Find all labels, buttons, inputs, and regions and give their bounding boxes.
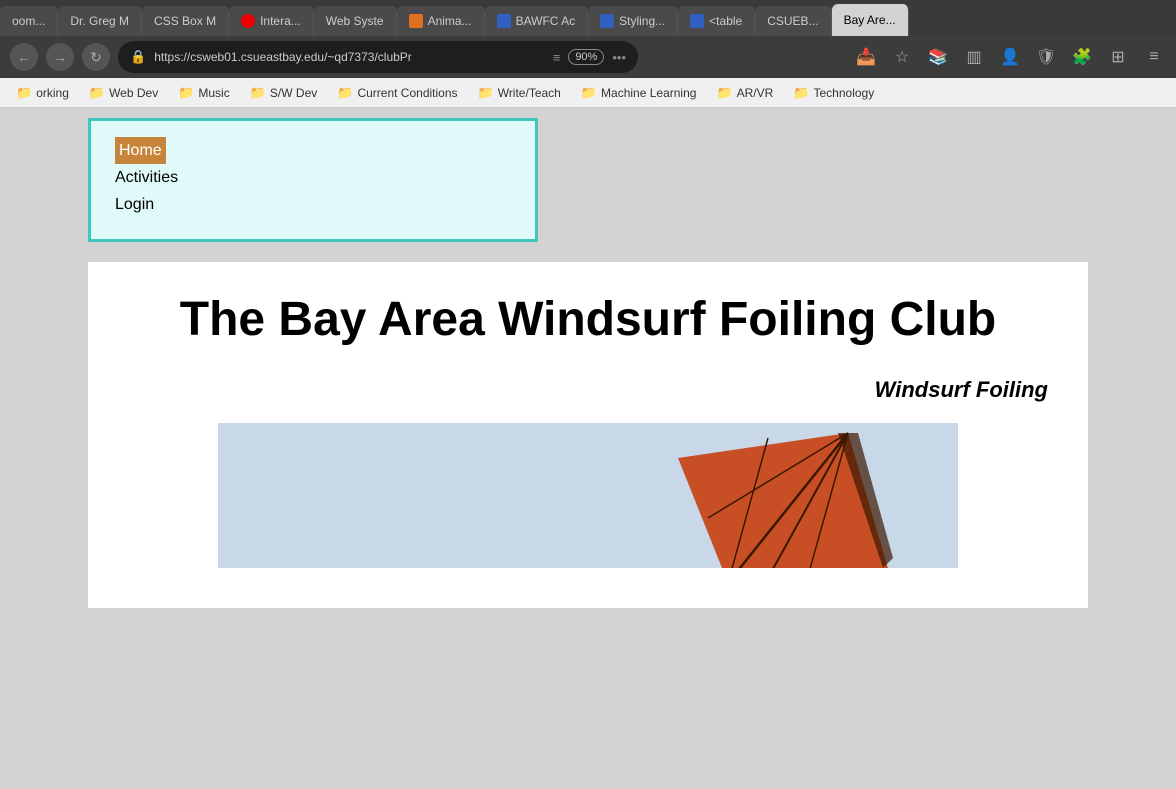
tab-favicon [497, 14, 511, 28]
tab-7[interactable]: BAWFC Ac [485, 6, 589, 36]
bookmark-label: Machine Learning [601, 86, 696, 100]
nav-home-link[interactable]: Home [115, 137, 166, 164]
browser-chrome: oom... Dr. Greg M CSS Box M Intera... We… [0, 0, 1176, 108]
menu-icon[interactable]: ≡ [1142, 45, 1166, 69]
url-text: https://csweb01.csueastbay.edu/~qd7373/c… [154, 50, 545, 64]
tab-bar: oom... Dr. Greg M CSS Box M Intera... We… [0, 0, 1176, 36]
main-content: The Bay Area Windsurf Foiling Club Winds… [88, 262, 1088, 608]
nav-login-link[interactable]: Login [115, 191, 511, 218]
tab-label: BAWFC Ac [516, 14, 576, 28]
tab-favicon [409, 14, 423, 28]
bookmark-star-icon[interactable]: ☆ [890, 45, 914, 69]
page-wrapper: Home Activities Login The Bay Area Winds… [0, 108, 1176, 708]
tab-label: oom... [12, 14, 45, 28]
folder-icon: 📁 [581, 85, 597, 101]
shield-icon[interactable]: 🛡 [1034, 45, 1058, 69]
tab-4[interactable]: Intera... [229, 6, 314, 36]
tab-label: Bay Are... [844, 13, 896, 27]
bookmark-swdev[interactable]: 📁 S/W Dev [242, 83, 326, 103]
bookmark-label: Web Dev [109, 86, 158, 100]
pocket-icon[interactable]: 📥 [854, 45, 878, 69]
bookmark-label: Technology [814, 86, 875, 100]
bookmark-label: S/W Dev [270, 86, 317, 100]
address-bar: ← → ↻ 🔒 https://csweb01.csueastbay.edu/~… [0, 36, 1176, 78]
reload-button[interactable]: ↻ [82, 43, 110, 71]
nav-activities-link[interactable]: Activities [115, 164, 511, 191]
folder-icon: 📁 [89, 85, 105, 101]
bookmark-label: Music [198, 86, 229, 100]
tab-6[interactable]: Anima... [397, 6, 485, 36]
tab-10[interactable]: CSUEB... [755, 6, 831, 36]
bookmark-tech[interactable]: 📁 Technology [785, 83, 882, 103]
toolbar-icons: 📥 ☆ 📚 ▥ 👤 🛡 🧩 ⊞ ≡ [854, 45, 1166, 69]
bookmarks-bar: 📁 orking 📁 Web Dev 📁 Music 📁 S/W Dev 📁 C… [0, 78, 1176, 108]
tab-label: CSS Box M [154, 14, 216, 28]
lock-icon: 🔒 [130, 49, 146, 65]
tab-label: Anima... [428, 14, 472, 28]
forward-button[interactable]: → [46, 43, 74, 71]
tab-favicon [241, 14, 255, 28]
url-bar[interactable]: 🔒 https://csweb01.csueastbay.edu/~qd7373… [118, 41, 638, 73]
tab-3[interactable]: CSS Box M [142, 6, 229, 36]
reader-mode-icon: ≡ [553, 50, 561, 65]
tab-label: Dr. Greg M [70, 14, 129, 28]
bookmark-write-teach[interactable]: 📁 Write/Teach [470, 83, 569, 103]
bookmark-label: AR/VR [737, 86, 774, 100]
folder-icon: 📁 [478, 85, 494, 101]
library-icon[interactable]: 📚 [926, 45, 950, 69]
zoom-badge[interactable]: 90% [568, 49, 604, 65]
nav-box: Home Activities Login [88, 118, 538, 242]
tab-label: Intera... [260, 14, 301, 28]
bookmark-label: Current Conditions [357, 86, 457, 100]
bookmark-label: Write/Teach [498, 86, 561, 100]
kite-svg [648, 428, 898, 568]
account-icon[interactable]: 👤 [998, 45, 1022, 69]
tab-label: <table [709, 14, 742, 28]
bookmark-orking[interactable]: 📁 orking [8, 83, 77, 103]
more-options-icon[interactable]: ••• [612, 50, 626, 65]
tab-9[interactable]: <table [678, 6, 755, 36]
folder-icon: 📁 [716, 85, 732, 101]
folder-icon: 📁 [16, 85, 32, 101]
folder-icon: 📁 [178, 85, 194, 101]
bookmark-current-conditions[interactable]: 📁 Current Conditions [329, 83, 465, 103]
bookmark-label: orking [36, 86, 69, 100]
extension-icon[interactable]: 🧩 [1070, 45, 1094, 69]
hero-image [218, 423, 958, 568]
tab-label: Web Syste [326, 14, 384, 28]
folder-icon: 📁 [337, 85, 353, 101]
bookmark-music[interactable]: 📁 Music [170, 83, 238, 103]
site-title: The Bay Area Windsurf Foiling Club [128, 292, 1048, 347]
tab-1[interactable]: oom... [0, 6, 58, 36]
tab-favicon [600, 14, 614, 28]
sidebar-icon[interactable]: ▥ [962, 45, 986, 69]
tab-label: Styling... [619, 14, 665, 28]
bookmark-ml[interactable]: 📁 Machine Learning [573, 83, 705, 103]
back-button[interactable]: ← [10, 43, 38, 71]
tab-5[interactable]: Web Syste [314, 6, 397, 36]
folder-icon: 📁 [793, 85, 809, 101]
tab-11-active[interactable]: Bay Are... [832, 4, 909, 36]
bookmark-webdev[interactable]: 📁 Web Dev [81, 83, 166, 103]
tab-8[interactable]: Styling... [588, 6, 678, 36]
page-subtitle: Windsurf Foiling [128, 377, 1048, 403]
tab-2[interactable]: Dr. Greg M [58, 6, 142, 36]
tab-label: CSUEB... [767, 14, 818, 28]
tab-favicon [690, 14, 704, 28]
folder-icon: 📁 [250, 85, 266, 101]
bookmark-arvr[interactable]: 📁 AR/VR [708, 83, 781, 103]
grid-icon[interactable]: ⊞ [1106, 45, 1130, 69]
